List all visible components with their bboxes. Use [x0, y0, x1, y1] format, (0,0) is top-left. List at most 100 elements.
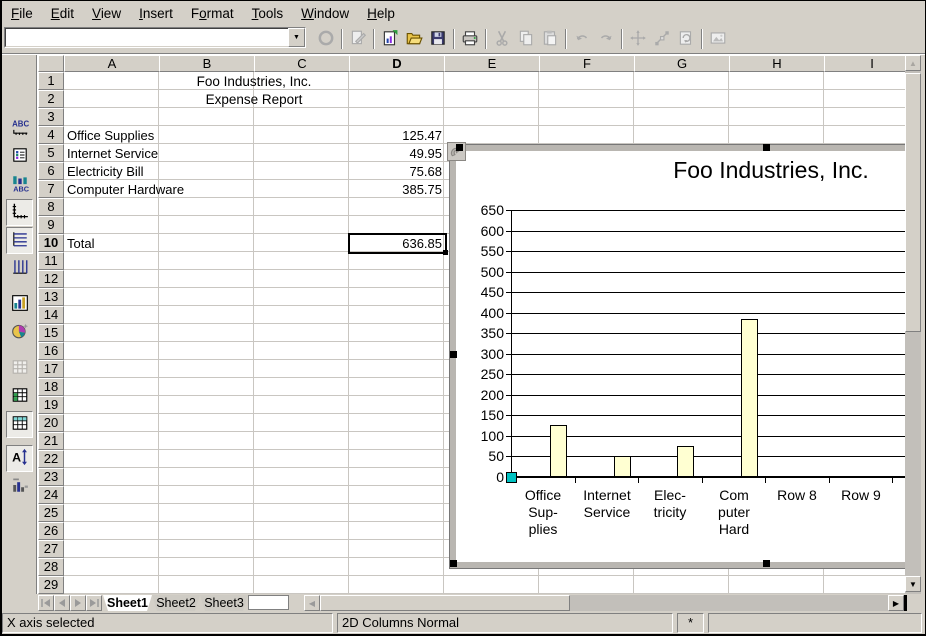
fill-handle[interactable] [443, 250, 448, 255]
selection-handle[interactable] [763, 560, 770, 567]
row-header-2[interactable]: 2 [38, 90, 64, 108]
scroll-down-button[interactable]: ▼ [905, 576, 921, 592]
row-header-20[interactable]: 20 [38, 414, 64, 432]
previous-sheet-button[interactable] [54, 595, 70, 611]
axes-title-on-off-button[interactable]: ABC [6, 171, 33, 198]
scale-text-button[interactable]: A [6, 445, 33, 472]
row-header-12[interactable]: 12 [38, 270, 64, 288]
row-header-21[interactable]: 21 [38, 432, 64, 450]
row-header-29[interactable]: 29 [38, 576, 64, 594]
row-header-8[interactable]: 8 [38, 198, 64, 216]
selection-handle[interactable] [450, 351, 457, 358]
combobox-dropdown-button[interactable]: ▼ [288, 28, 305, 47]
toolbar-combobox[interactable]: ▼ [4, 27, 306, 48]
cell-a6[interactable]: Electricity Bill [67, 164, 342, 180]
row-header-4[interactable]: 4 [38, 126, 64, 144]
select-all-corner[interactable] [38, 55, 64, 72]
cell-a10[interactable]: Total [67, 236, 342, 252]
row-header-1[interactable]: 1 [38, 72, 64, 90]
next-sheet-button[interactable] [70, 595, 86, 611]
menu-window[interactable]: Window [292, 3, 358, 24]
column-header-f[interactable]: F [539, 55, 635, 72]
x-axis[interactable] [511, 476, 905, 478]
save-button[interactable] [426, 27, 450, 51]
column-header-g[interactable]: G [634, 55, 730, 72]
row-header-24[interactable]: 24 [38, 486, 64, 504]
column-header-c[interactable]: C [254, 55, 350, 72]
selection-handle[interactable] [450, 560, 457, 567]
first-sheet-button[interactable] [38, 595, 54, 611]
vertical-grid-on-off-button[interactable] [6, 255, 33, 282]
chart-data-button[interactable] [6, 291, 33, 318]
x-axis-label[interactable]: ComputerHard [702, 487, 766, 538]
vertical-scrollbar[interactable]: ▲▼ [905, 55, 921, 594]
row-header-13[interactable]: 13 [38, 288, 64, 306]
row-header-27[interactable]: 27 [38, 540, 64, 558]
tab-sheet3[interactable]: Sheet3 [200, 595, 248, 611]
column-header-i[interactable]: I [824, 55, 905, 72]
menu-help[interactable]: Help [358, 3, 404, 24]
column-header-b[interactable]: B [159, 55, 255, 72]
tab-sheet1[interactable]: Sheet1 [103, 595, 152, 611]
x-axis-label[interactable]: InternetService [575, 487, 639, 521]
menu-view[interactable]: View [83, 3, 130, 24]
selection-handle[interactable] [456, 144, 463, 151]
menu-tools[interactable]: Tools [243, 3, 293, 24]
row-header-3[interactable]: 3 [38, 108, 64, 126]
row-header-10[interactable]: 10 [38, 234, 64, 252]
vertical-scrollbar-thumb[interactable] [905, 73, 921, 332]
selection-handle[interactable] [763, 144, 770, 151]
row-header-7[interactable]: 7 [38, 180, 64, 198]
x-axis-label[interactable]: Row 9 [829, 487, 893, 504]
x-axis-label[interactable]: Row 8 [765, 487, 829, 504]
menu-format[interactable]: Format [182, 3, 243, 24]
column-header-e[interactable]: E [444, 55, 540, 72]
open-button[interactable] [402, 27, 426, 51]
scroll-left-button[interactable]: ◀ [304, 595, 320, 611]
row-header-18[interactable]: 18 [38, 378, 64, 396]
row-header-25[interactable]: 25 [38, 504, 64, 522]
cell-a7[interactable]: Computer Hardware [67, 182, 342, 198]
row-header-16[interactable]: 16 [38, 342, 64, 360]
row-header-9[interactable]: 9 [38, 216, 64, 234]
row-header-19[interactable]: 19 [38, 396, 64, 414]
horizontal-scrollbar-thumb[interactable] [320, 595, 570, 611]
title-on-off-button[interactable]: ABC [6, 115, 33, 142]
combobox-input[interactable] [5, 28, 288, 47]
print-button[interactable] [458, 27, 482, 51]
menu-edit[interactable]: Edit [42, 3, 83, 24]
column-header-a[interactable]: A [64, 55, 160, 72]
cell-d4[interactable]: 125.47 [350, 128, 442, 144]
x-axis-label[interactable]: Elec-tricity [638, 487, 702, 521]
column-header-h[interactable]: H [729, 55, 825, 72]
new-document-button[interactable] [378, 27, 402, 51]
horizontal-scrollbar[interactable]: ◀▶ [304, 595, 904, 611]
menu-insert[interactable]: Insert [130, 3, 182, 24]
last-sheet-button[interactable] [86, 595, 102, 611]
horizontal-grid-on-off-button[interactable] [6, 227, 33, 254]
row-header-6[interactable]: 6 [38, 162, 64, 180]
scroll-up-button[interactable]: ▲ [905, 55, 921, 71]
column-header-d[interactable]: D [349, 55, 445, 72]
auto-layout-button[interactable] [6, 473, 33, 500]
cell-d6[interactable]: 75.68 [350, 164, 442, 180]
y-axis[interactable] [511, 210, 512, 477]
menu-file[interactable]: File [2, 3, 42, 24]
cell-d5[interactable]: 49.95 [350, 146, 442, 162]
row-header-22[interactable]: 22 [38, 450, 64, 468]
chart-plot-area[interactable]: 050100150200250300350400450500550600650O… [456, 151, 905, 562]
row-header-15[interactable]: 15 [38, 324, 64, 342]
data-in-rows-button[interactable] [6, 383, 33, 410]
cell-a5[interactable]: Internet Service [67, 146, 342, 162]
embedded-chart[interactable]: Foo Industries, Inc. 0501001502002503003… [450, 145, 905, 568]
row-header-23[interactable]: 23 [38, 468, 64, 486]
bar-electricity[interactable] [677, 446, 694, 477]
data-in-columns-button[interactable] [6, 411, 33, 438]
row-header-14[interactable]: 14 [38, 306, 64, 324]
legend-on-off-button[interactable] [6, 143, 33, 170]
tab-sheet2[interactable]: Sheet2 [152, 595, 200, 611]
row-header-17[interactable]: 17 [38, 360, 64, 378]
chart-type-button[interactable] [6, 319, 33, 346]
row-header-11[interactable]: 11 [38, 252, 64, 270]
x-axis-label[interactable]: OfficeSup-plies [511, 487, 575, 538]
